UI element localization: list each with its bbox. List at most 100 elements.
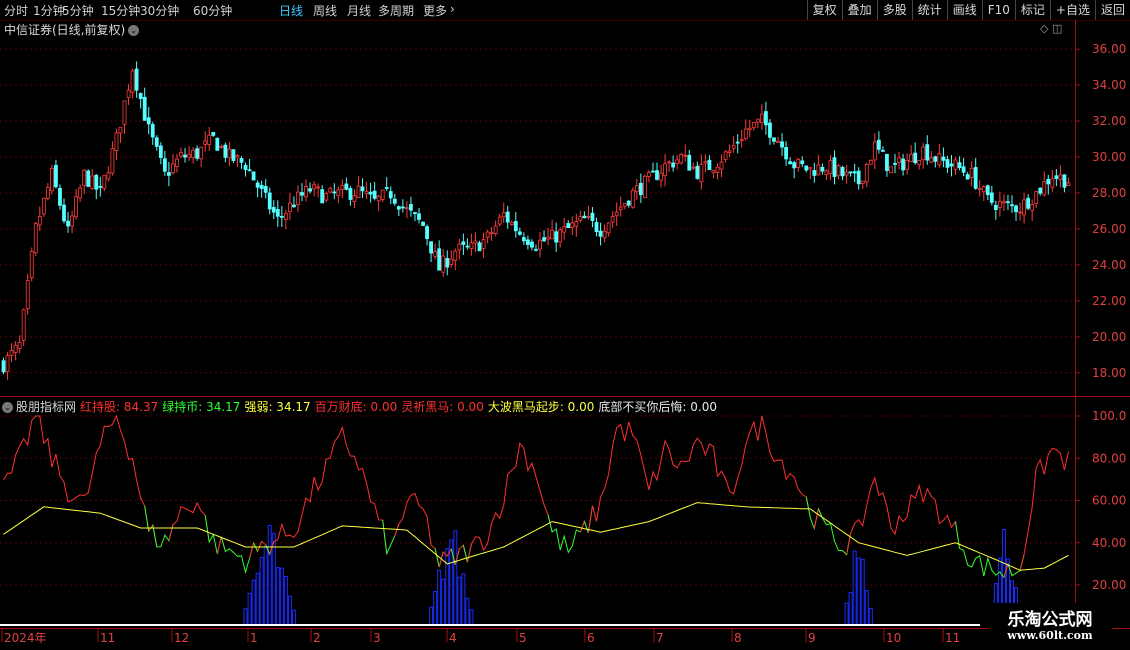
candle-body <box>9 350 14 356</box>
candle-body <box>138 93 143 100</box>
green-cash-line <box>382 519 400 556</box>
candle-body <box>70 215 74 227</box>
candle-body <box>352 195 357 202</box>
candle-body <box>469 242 474 249</box>
candle-body <box>102 174 107 189</box>
green-cash-line <box>817 508 852 556</box>
candle-body <box>671 162 676 168</box>
blue-bar <box>848 591 853 626</box>
candle-body <box>348 188 353 200</box>
candle-body <box>505 211 510 223</box>
candle-body <box>509 222 514 225</box>
candle-body <box>622 203 627 207</box>
candle-body <box>893 163 897 165</box>
candle-body <box>659 172 663 181</box>
candle-body <box>344 183 349 190</box>
candle-body <box>134 68 139 91</box>
blue-bar <box>457 576 462 626</box>
candle-body <box>941 156 946 161</box>
candle-body <box>526 239 530 245</box>
candle-body <box>683 154 688 157</box>
candle-body <box>94 174 99 190</box>
candle-body <box>1058 174 1063 181</box>
red-hold-line <box>579 519 589 533</box>
candle-body <box>735 141 740 144</box>
candle-body <box>78 187 83 199</box>
candle-body <box>453 250 458 261</box>
price-tick-label: 28.00 <box>1092 186 1126 200</box>
candle-body <box>828 160 833 174</box>
candle-body <box>586 215 591 218</box>
candle-body <box>699 163 704 183</box>
candle-body <box>304 186 308 198</box>
indicator-collapse-icon[interactable]: ⌄ <box>2 402 13 413</box>
candle-body <box>881 149 885 152</box>
candle-body <box>768 122 772 138</box>
candle-body <box>796 158 801 168</box>
candle-body <box>175 158 179 167</box>
candle-body <box>530 241 534 248</box>
candle-body <box>848 171 853 174</box>
candle-body <box>909 153 914 162</box>
price-tick-label: 24.00 <box>1092 258 1126 272</box>
candle-body <box>376 195 381 202</box>
candle-body <box>271 206 276 213</box>
candle-body <box>663 163 667 176</box>
candle-body <box>844 171 849 176</box>
chart-canvas[interactable]: 36.00 34.00 32.00 30.00 28.00 26.00 24.00 22.00… <box>0 0 1130 650</box>
candle-body <box>864 164 869 183</box>
indicator-value-0: 红持股: 84.37 <box>80 400 159 414</box>
candle-body <box>610 216 615 223</box>
candle-body <box>554 231 559 243</box>
blue-bar <box>864 590 869 626</box>
candlestick-series <box>1 61 1071 380</box>
candle-body <box>953 159 958 170</box>
time-tick-label: 5 <box>519 631 527 645</box>
candle-body <box>836 165 841 176</box>
candle-body <box>255 182 260 188</box>
candle-body <box>37 216 42 226</box>
watermark-url: www.60lt.com <box>1007 629 1093 642</box>
time-tick-label: 2 <box>313 631 321 645</box>
candle-body <box>643 175 647 199</box>
candle-body <box>856 170 861 185</box>
candle-body <box>465 245 470 248</box>
candle-body <box>566 223 571 229</box>
candle-body <box>546 236 550 240</box>
candle-body <box>1 360 6 373</box>
candle-body <box>166 172 171 176</box>
candle-body <box>41 197 46 215</box>
candle-body <box>275 208 280 217</box>
candle-body <box>634 185 639 193</box>
candle-body <box>231 149 236 161</box>
indicator-value-3: 百万财底: 0.00 <box>314 400 398 414</box>
candle-body <box>86 170 91 187</box>
candle-body <box>404 207 409 210</box>
candle-body <box>122 100 127 125</box>
candle-body <box>501 212 506 218</box>
indicator-tick-label: 20.00 <box>1092 578 1126 592</box>
candle-body <box>651 170 655 173</box>
candle-body <box>441 255 446 273</box>
blue-bar <box>437 569 442 626</box>
candle-body <box>171 163 175 174</box>
candle-body <box>695 165 700 179</box>
blue-bar <box>860 558 865 626</box>
candle-body <box>804 165 809 171</box>
candle-body <box>776 140 780 143</box>
candle-body <box>195 148 200 159</box>
time-tick-label: 12 <box>174 631 189 645</box>
candle-body <box>58 187 62 206</box>
indicator-tick-label: 100.0 <box>1092 409 1126 423</box>
red-hold-line <box>269 425 388 555</box>
red-hold-line <box>394 492 440 568</box>
candle-body <box>570 222 575 228</box>
candle-body <box>578 216 583 221</box>
candle-body <box>739 139 744 142</box>
candle-body <box>969 167 974 178</box>
candle-body <box>66 220 70 227</box>
candle-body <box>820 166 825 172</box>
candle-body <box>800 160 805 165</box>
candle-body <box>50 168 54 192</box>
candle-body <box>614 211 619 217</box>
